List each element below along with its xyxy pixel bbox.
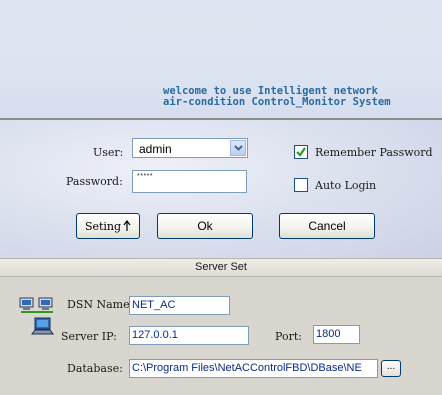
remember-password-checkbox[interactable] — [294, 145, 308, 159]
arrow-up-icon — [123, 220, 131, 231]
database-server-icon — [31, 317, 54, 335]
auto-login-checkbox[interactable] — [294, 178, 308, 192]
banner-panel: welcome to use Intelligent network air-c… — [0, 0, 442, 118]
browse-button[interactable]: ... — [381, 360, 401, 377]
server-ip-label: Server IP: — [61, 330, 117, 343]
server-ip-input[interactable]: 127.0.0.1 — [129, 326, 249, 345]
ok-button-label: Ok — [197, 219, 213, 233]
password-field[interactable]: ***** — [132, 170, 247, 193]
password-field-value: ***** — [137, 173, 154, 180]
dsn-name-value: NET_AC — [132, 299, 176, 311]
seting-button[interactable]: Seting — [76, 213, 140, 239]
auto-login-label[interactable]: Auto Login — [315, 179, 376, 192]
password-label: Password: — [66, 175, 123, 188]
dsn-name-label: DSN Name: — [67, 298, 134, 311]
ok-button[interactable]: Ok — [157, 213, 253, 239]
cancel-button[interactable]: Cancel — [279, 213, 375, 239]
remember-password-label[interactable]: Remember Password — [315, 146, 433, 159]
dsn-name-input[interactable]: NET_AC — [129, 296, 230, 315]
user-label: User: — [93, 146, 124, 159]
chevron-down-icon[interactable] — [230, 140, 246, 156]
user-combobox[interactable]: admin — [132, 138, 248, 158]
database-path-value: C:\Program Files\NetACControlFBD\DBase\N… — [132, 362, 362, 374]
welcome-text: welcome to use Intelligent network air-c… — [163, 86, 442, 108]
server-ip-value: 127.0.0.1 — [132, 329, 178, 341]
user-combobox-value: admin — [139, 142, 172, 156]
server-set-header: Server Set — [0, 258, 442, 277]
database-label: Database: — [67, 362, 123, 375]
network-computers-icon — [19, 297, 53, 313]
cancel-button-label: Cancel — [308, 219, 346, 233]
welcome-line-2: air-condition Control_Monitor System — [163, 96, 391, 108]
port-input[interactable]: 1800 — [313, 325, 360, 344]
database-path-input[interactable]: C:\Program Files\NetACControlFBD\DBase\N… — [129, 359, 378, 378]
checkmark-icon — [296, 147, 306, 157]
port-label: Port: — [275, 330, 302, 343]
port-value: 1800 — [316, 328, 341, 340]
seting-button-label: Seting — [84, 219, 122, 233]
